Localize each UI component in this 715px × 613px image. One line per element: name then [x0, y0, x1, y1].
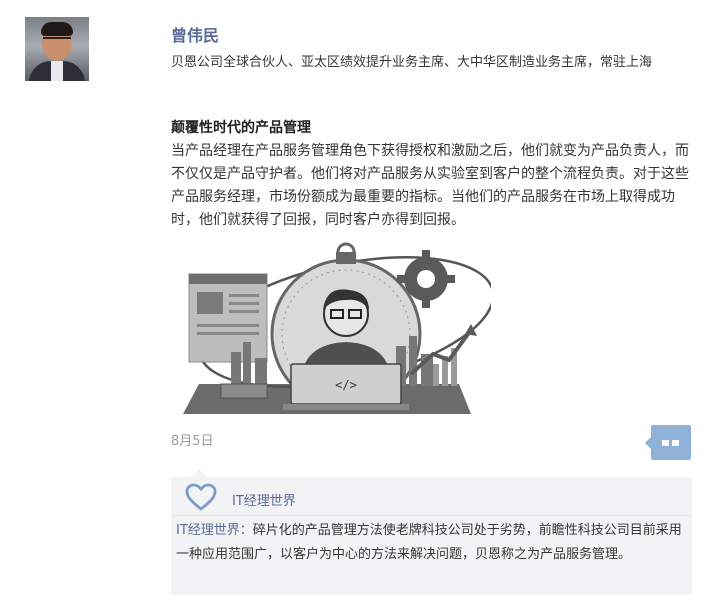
likes-divider	[171, 515, 692, 516]
comment-button[interactable]	[645, 425, 691, 460]
article-title: 颠覆性时代的产品管理	[171, 120, 311, 136]
comment-item: IT经理世界：碎片化的产品管理方法使老牌科技公司处于劣势，前瞻性科技公司目前采用…	[176, 519, 686, 567]
product-manager-illustration[interactable]: </>	[171, 234, 491, 418]
document-header	[189, 274, 267, 284]
article-body: 当产品经理在产品服务管理角色下获得授权和激励之后，他们就变为产品负责人，而不仅仅…	[171, 143, 689, 228]
comment-content: 碎片化的产品管理方法使老牌科技公司处于劣势，前瞻性科技公司目前采用一种应用范围广…	[176, 523, 682, 562]
comment-icon-dot	[672, 440, 679, 446]
laptop-base	[283, 404, 409, 410]
avatar-shirt	[51, 61, 63, 81]
avatar-glasses	[43, 37, 71, 46]
comment-author[interactable]: IT经理世界	[176, 523, 240, 538]
likes-pointer	[191, 469, 207, 477]
comment-separator: ：	[239, 523, 253, 538]
post-date: 8月5日	[171, 434, 214, 449]
author-title: 贝恩公司全球合伙人、亚太区绩效提升业务主席、大中华区制造业务主席，常驻上海	[171, 55, 653, 70]
document-line-5	[197, 332, 259, 335]
document-line-2	[229, 302, 259, 305]
document-line-1	[229, 294, 259, 297]
author-name[interactable]: 曾伟民	[171, 22, 219, 46]
document-shape	[188, 273, 268, 363]
document-line-3	[229, 310, 259, 313]
money-stack	[220, 383, 268, 399]
document-image	[197, 292, 223, 314]
author-avatar[interactable]	[25, 17, 89, 81]
liker-name[interactable]: IT经理世界	[232, 490, 296, 509]
document-line-4	[197, 324, 259, 327]
avatar-hair	[41, 22, 73, 36]
comment-icon	[662, 440, 669, 446]
laptop-code-label: </>	[335, 378, 357, 392]
likes-comments-panel: IT经理世界 IT经理世界：碎片化的产品管理方法使老牌科技公司处于劣势，前瞻性科…	[171, 477, 692, 595]
heart-icon[interactable]	[184, 482, 218, 512]
